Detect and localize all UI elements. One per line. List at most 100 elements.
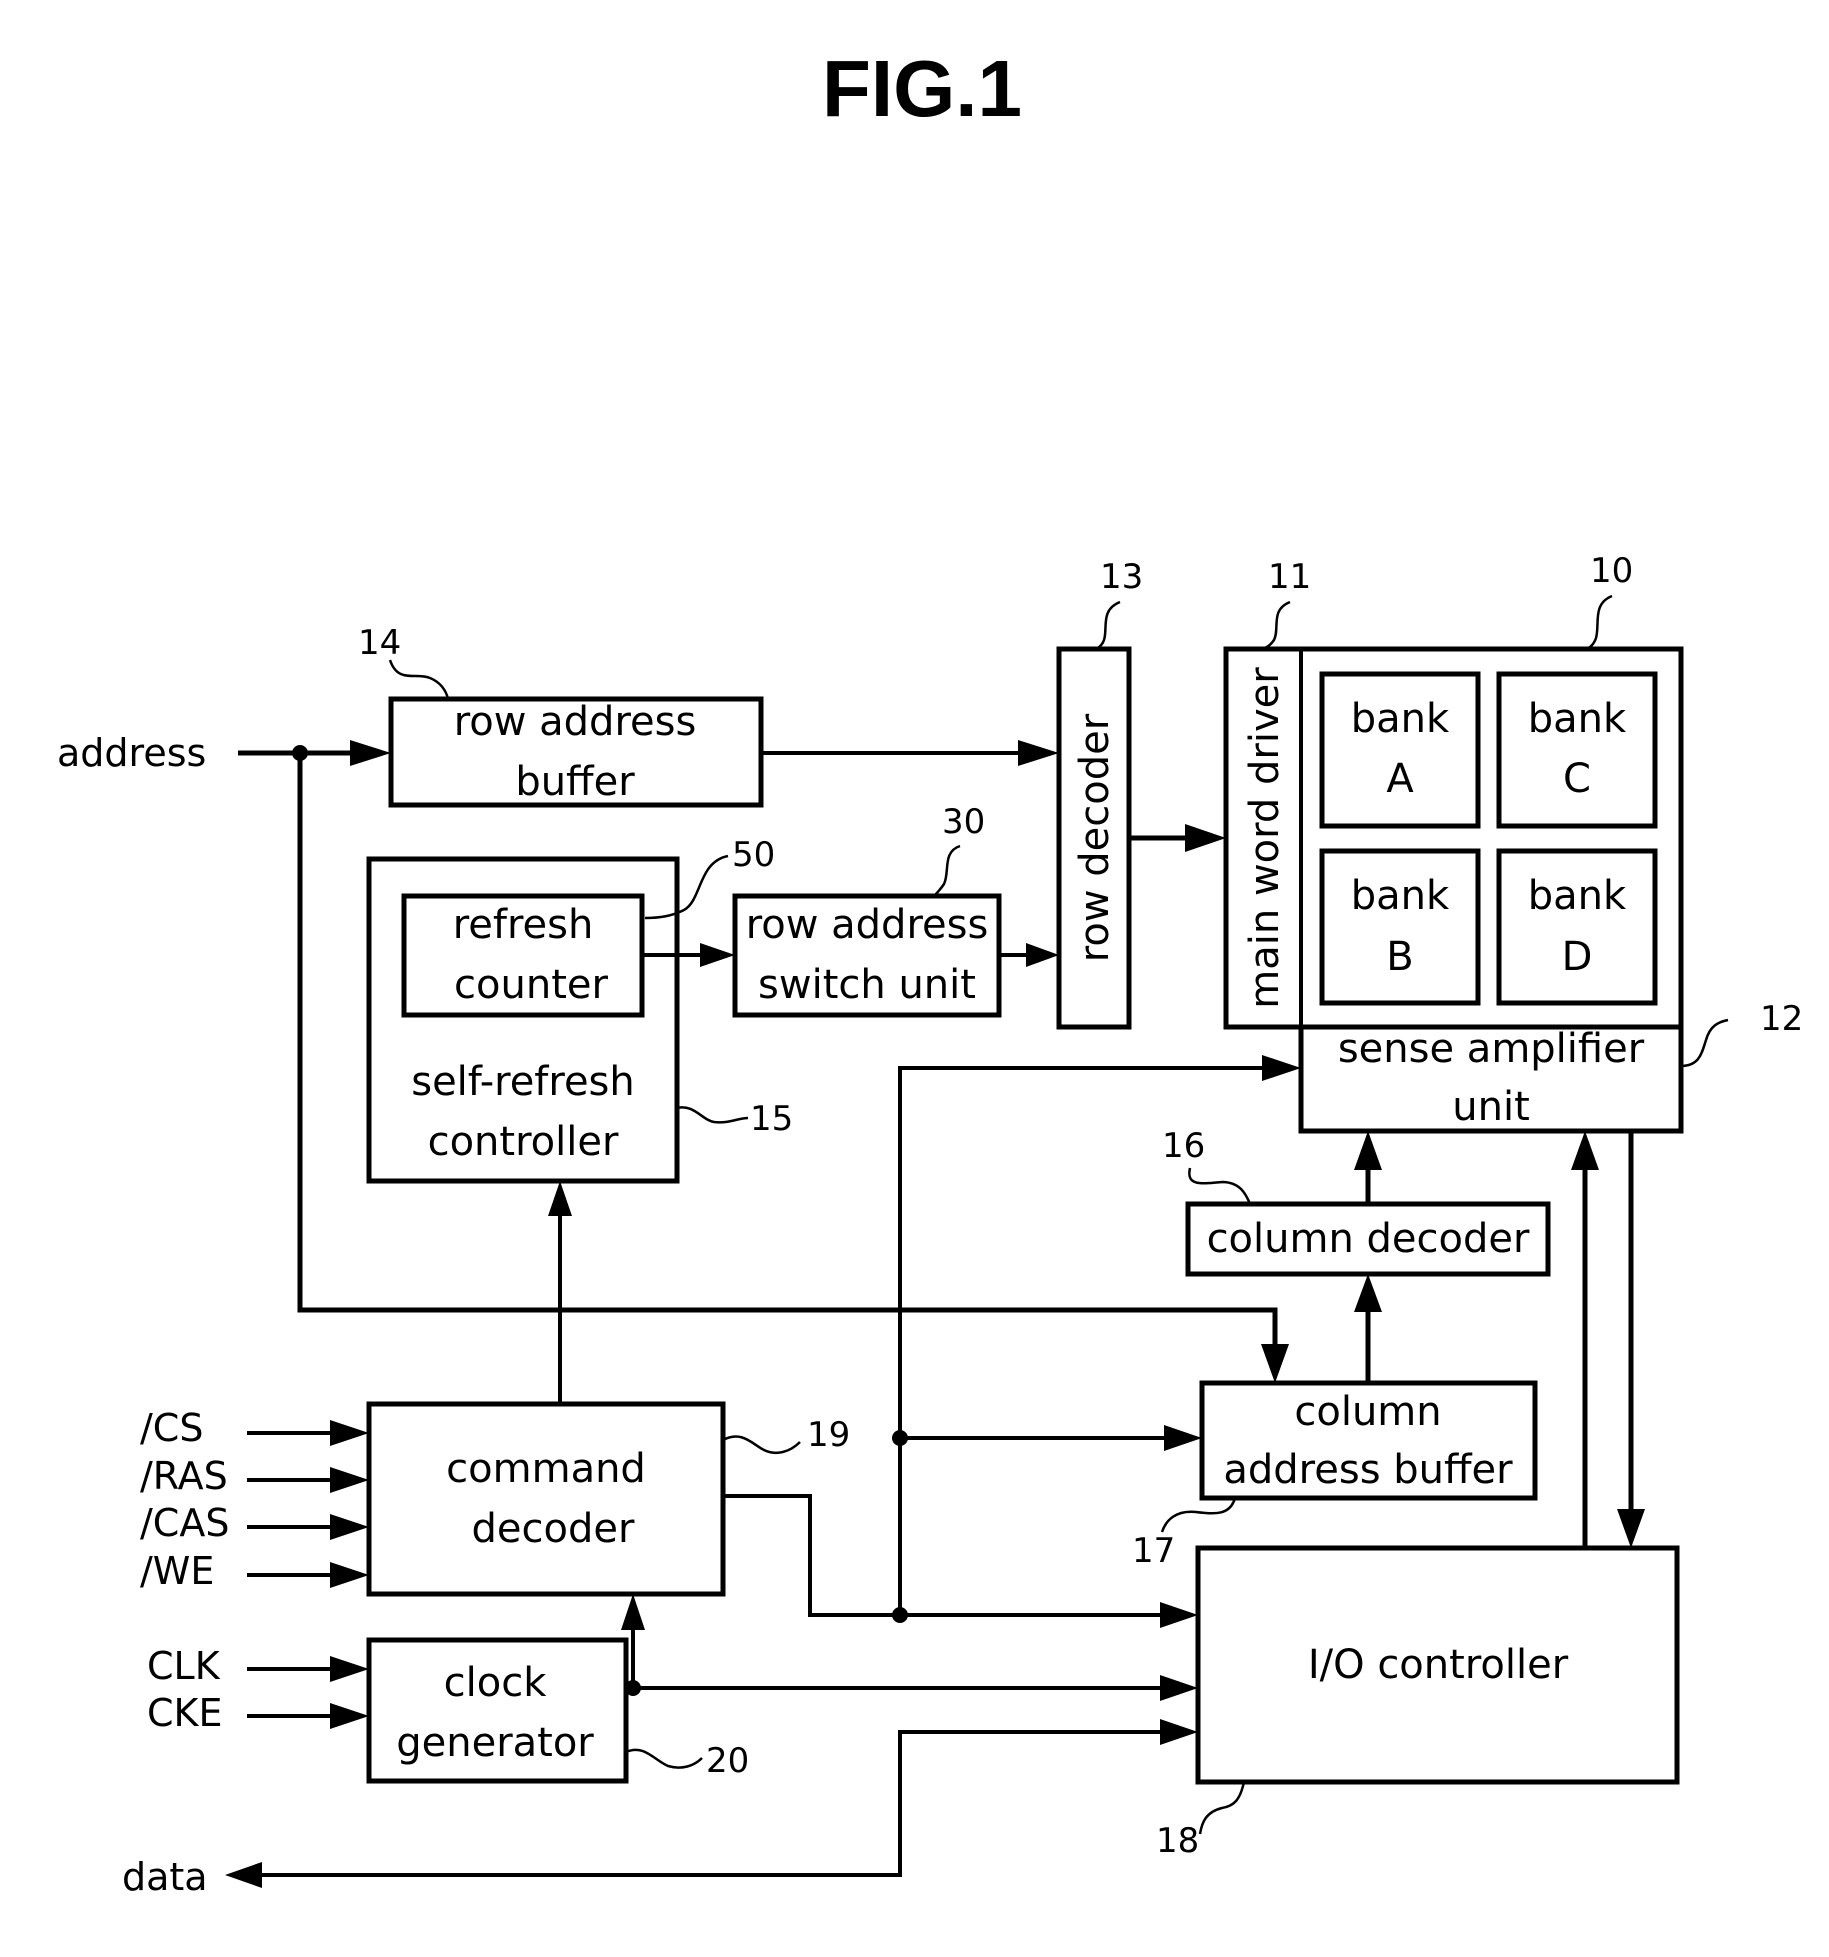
arrow-sense-amp-io-in [1571,1131,1599,1170]
bank-d: bank D [1496,848,1658,1006]
row-address-switch-unit: row address switch unit [732,893,1002,1018]
column-decoder: column decoder [1185,1201,1551,1277]
we-signal-label: /WE [140,1549,214,1593]
main-word-driver-label: main word driver [1242,667,1288,1009]
cs-signal-label: /CS [140,1406,203,1450]
ref-16: 16 [1162,1126,1205,1166]
arrow-self-refresh-in [548,1181,572,1216]
ref-19: 19 [807,1415,850,1455]
ref-20: 20 [706,1741,749,1781]
junction-command-2 [892,1607,908,1623]
arrow-io-command-in [1160,1602,1198,1628]
row-address-switch-label-2: switch unit [758,962,976,1008]
refresh-counter: refresh counter [401,893,645,1018]
row-address-buffer: row address buffer [388,696,764,808]
arrow-command-clock-in [621,1594,645,1630]
junction-clock [625,1680,641,1696]
cas-signal-label: /CAS [140,1501,229,1545]
arrow-io-data-in [1160,1719,1198,1745]
bank-c-label-2: C [1563,756,1591,802]
leader-13 [1095,600,1121,651]
wire-command-to-io [723,1494,1179,1617]
refresh-counter-label-2: counter [454,962,608,1008]
ref-30: 30 [942,802,985,842]
arrow-io-in-from-sense [1617,1509,1645,1548]
leader-15 [676,1106,749,1124]
bank-b-label-1: bank [1351,873,1450,919]
arrow-column-decoder-in [1354,1274,1382,1312]
command-decoder: command decoder [366,1401,726,1597]
row-address-buffer-label-2: buffer [515,759,635,805]
arrow-cas [330,1514,369,1540]
ref-50: 50 [732,835,775,875]
arrow-column-buffer-address-in [1261,1344,1289,1383]
wire-command-to-sense-amp [898,1066,1282,1615]
clock-generator-label-1: clock [444,1660,548,1706]
ref-17: 17 [1132,1531,1175,1571]
ref-13: 13 [1100,557,1143,597]
row-address-buffer-label-1: row address [454,699,697,745]
sense-amplifier-label-2: unit [1452,1084,1530,1130]
ref-15: 15 [750,1099,793,1139]
column-decoder-label: column decoder [1207,1216,1530,1262]
arrow-we [330,1562,369,1588]
column-address-buffer: column address buffer [1199,1380,1538,1501]
column-address-buffer-label-1: column [1294,1389,1441,1435]
arrow-cs [330,1420,369,1446]
self-refresh-controller-label-1: self-refresh [411,1059,635,1105]
command-decoder-label-1: command [446,1446,646,1492]
arrow-word-driver-in [1185,824,1226,852]
refresh-counter-label-1: refresh [453,902,594,948]
leader-30 [933,844,961,897]
leader-19 [722,1435,801,1454]
ras-signal-label: /RAS [140,1454,228,1498]
arrow-data-out [225,1862,262,1888]
ref-11: 11 [1268,557,1311,597]
clock-generator: clock generator [366,1637,629,1784]
arrow-switch-in [700,943,735,967]
arrow-sense-amp-in [1262,1055,1301,1081]
row-address-switch-label-1: row address [746,902,989,948]
arrow-clk [330,1656,369,1682]
address-signal-label: address [57,731,206,775]
data-signal-label: data [122,1855,208,1899]
arrow-sense-amp-column-in [1354,1131,1382,1170]
bank-d-label-2: D [1562,934,1593,980]
arrow-ras [330,1467,369,1493]
cke-signal-label: CKE [147,1691,222,1735]
arrow-cke [330,1703,369,1729]
bank-a: bank A [1319,671,1481,829]
command-decoder-label-2: decoder [472,1506,635,1552]
column-address-buffer-label-2: address buffer [1223,1447,1513,1493]
ref-14: 14 [358,623,401,663]
clk-signal-label: CLK [147,1644,221,1688]
io-controller-label: I/O controller [1308,1642,1569,1688]
io-controller: I/O controller [1195,1545,1680,1785]
arrow-column-buffer-in [1164,1425,1202,1451]
ref-10: 10 [1590,551,1633,591]
arrow-row-decoder-in-1 [1018,740,1059,766]
bank-a-label-2: A [1386,756,1414,802]
leader-10 [1585,594,1613,651]
arrow-address-in [350,740,391,766]
row-decoder-label: row decoder [1072,713,1118,962]
leader-12 [1680,1018,1729,1068]
sense-amplifier-unit: sense amplifier unit [1298,1024,1684,1134]
bank-b: bank B [1319,848,1481,1006]
arrow-row-decoder-in-2 [1026,943,1059,967]
block-diagram: FIG.1 row address buffer row decoder mai… [57,44,1803,1899]
arrow-io-clock-in [1160,1675,1198,1701]
ref-18: 18 [1156,1821,1199,1861]
self-refresh-controller-label-2: controller [428,1119,619,1165]
leader-18 [1198,1781,1246,1835]
bank-c-label-1: bank [1528,696,1627,742]
ref-12: 12 [1760,999,1803,1039]
bank-d-label-1: bank [1528,873,1627,919]
figure-title: FIG.1 [822,44,1022,133]
junction-command-1 [892,1430,908,1446]
leader-17 [1160,1497,1237,1533]
leader-16 [1188,1167,1252,1205]
sense-amplifier-label-1: sense amplifier [1338,1026,1645,1072]
clock-generator-label-2: generator [396,1720,594,1766]
bank-a-label-1: bank [1351,696,1450,742]
